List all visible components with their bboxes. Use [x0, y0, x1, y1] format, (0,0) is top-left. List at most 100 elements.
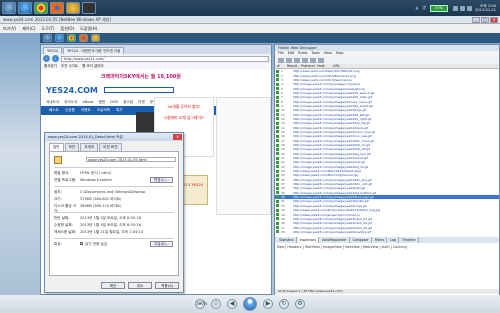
ad-banner[interactable]: 크레마터치SKY에서는 월 19,100원 [41, 71, 271, 82]
connect-icon[interactable]: ● [243, 297, 257, 311]
battery-icon[interactable]: 57% [430, 4, 449, 12]
back-icon[interactable]: ‹ [43, 55, 50, 62]
firefox-icon[interactable] [50, 2, 64, 14]
ime-indicator[interactable]: A [416, 6, 419, 11]
menu-tools[interactable]: 도구(T) [42, 26, 55, 32]
fiddler-menu-item[interactable]: Help [336, 51, 344, 56]
zoom-level[interactable]: 100% [196, 301, 207, 306]
site-search-input[interactable] [103, 87, 174, 93]
favorites-item[interactable]: 즐겨찾기 [44, 64, 57, 69]
dialog-tabs: 일반 보안 자세히 이전 버전 [45, 141, 183, 151]
session-row[interactable]: 38 http://image.yes24.com/sysimage/yes24/… [275, 230, 499, 234]
go-icon[interactable] [294, 57, 300, 63]
nav-item[interactable]: 외국도서 [64, 100, 77, 105]
apply-button[interactable]: 적용(A) [155, 282, 179, 289]
minimize-button[interactable]: _ [472, 17, 480, 23]
column-header[interactable]: Host [315, 64, 331, 68]
site-logo[interactable]: YES24.COM [46, 86, 98, 95]
remote-firefox-icon[interactable] [79, 34, 88, 42]
nav-item[interactable]: DVD [110, 100, 118, 104]
tab-general[interactable]: 일반 [49, 143, 64, 151]
advanced-button[interactable]: 고급(D)... [150, 241, 174, 247]
forward-icon[interactable]: › [52, 55, 59, 62]
fit-screen-icon[interactable]: ◇ [211, 299, 221, 309]
windows-start-icon[interactable] [2, 2, 16, 14]
network-icon[interactable] [453, 5, 459, 11]
side-ad[interactable] [216, 97, 271, 215]
remote-chrome-icon[interactable] [67, 34, 76, 42]
maximize-button[interactable]: □ [481, 17, 489, 23]
session-type-icon [276, 169, 279, 173]
tab-details[interactable]: 자세히 [80, 143, 99, 151]
detail-tab[interactable]: Log [388, 237, 399, 243]
replay-icon[interactable] [278, 57, 284, 63]
detail-tab[interactable]: Composer [351, 237, 372, 243]
favorites-item[interactable]: 웹 조각 갤러리 [82, 64, 104, 69]
menu-item[interactable]: 이벤트 [81, 108, 91, 113]
volume-icon[interactable] [460, 5, 466, 11]
detail-tab[interactable]: Timeline [400, 237, 419, 243]
change-program-button[interactable]: 변경(C)... [150, 177, 173, 183]
fiddler-menu-item[interactable]: Rules [298, 51, 307, 56]
close-button[interactable]: × [490, 17, 498, 23]
attributes-checkboxes: 읽기 전용 숨김 [80, 242, 107, 247]
menu-view[interactable]: 보기(V) [3, 26, 16, 32]
dialog-close-button[interactable]: × [173, 134, 182, 140]
fiddler-menu-item[interactable]: Tools [311, 51, 319, 56]
remote-folder-icon[interactable] [91, 34, 100, 42]
detail-tab[interactable]: Statistics [277, 237, 297, 243]
column-header[interactable]: # [275, 64, 285, 68]
refresh-icon[interactable]: ↻ [279, 299, 289, 309]
menu-item[interactable]: 특가 [116, 108, 123, 113]
detail-tab[interactable]: Inspectors [297, 237, 320, 243]
menu-item[interactable]: 오늘의책 [97, 108, 110, 113]
tab-security[interactable]: 보안 [64, 143, 80, 151]
column-header[interactable]: Protocol [299, 64, 315, 68]
session-type-icon [276, 134, 279, 138]
folder-icon[interactable] [66, 2, 80, 14]
fiddler-menu-item[interactable]: View [324, 51, 332, 56]
nav-item[interactable]: 음반 [99, 100, 106, 105]
menu-help[interactable]: 도움말(H) [80, 26, 97, 32]
fiddler-menu-item[interactable]: Edit [288, 51, 295, 56]
detail-tab[interactable]: AutoResponder [320, 237, 350, 243]
menu-item[interactable]: 신상품 [65, 108, 75, 113]
browser-tab[interactable]: YES24 [43, 47, 63, 54]
stream-icon[interactable] [302, 57, 308, 63]
prop-row: 액세스한 날짜: 2013년 1월 21일 월요일, 오후 1:04:14 [54, 230, 143, 235]
settings-icon[interactable]: ⚙ [295, 299, 305, 309]
session-list[interactable]: 1 http://www.ye24.com/Main/2013/Mini01.pn… [275, 69, 499, 237]
menu-control[interactable]: 제어(C) [22, 26, 35, 32]
menu-item[interactable]: 베스트 [49, 108, 59, 113]
nav-item[interactable]: 국내도서 [46, 100, 59, 105]
menu-options[interactable]: 옵션(O) [60, 26, 74, 32]
nav-item[interactable]: 중고샵 [123, 100, 133, 105]
remote-start-icon[interactable] [43, 34, 52, 42]
remote-viewer-icon[interactable] [82, 2, 96, 14]
cancel-button[interactable]: 취소 [128, 282, 152, 289]
ime-mode-indicator[interactable]: 영 [422, 5, 426, 11]
chrome-icon[interactable] [34, 2, 48, 14]
tab-previous-versions[interactable]: 이전 버전 [99, 143, 122, 151]
decode-icon[interactable] [310, 57, 316, 63]
column-header[interactable]: Result [285, 64, 299, 68]
fiddler-menu-item[interactable]: File [278, 51, 284, 56]
readonly-checkbox[interactable] [80, 242, 83, 245]
inspector-subtabs[interactable]: Raw | Headers | TextView | ImageView | H… [277, 245, 407, 249]
next-icon[interactable]: ▶ [263, 299, 273, 309]
ok-button[interactable]: 확인 [101, 282, 125, 289]
browser-tab[interactable]: YES24 - 대한민국 대표 인터넷 서점 [63, 47, 125, 54]
previous-icon[interactable]: ◀ [227, 299, 237, 309]
column-header[interactable]: URL [331, 64, 340, 68]
internet-explorer-icon[interactable] [18, 2, 32, 14]
flag-icon[interactable] [467, 5, 473, 11]
url-input[interactable]: http://www.yes24.com/ [61, 55, 269, 62]
remove-icon[interactable] [286, 57, 292, 63]
remote-ie-icon[interactable] [55, 34, 64, 42]
favorites-item[interactable]: 추천 사이트 [61, 64, 78, 69]
clock[interactable]: 오후 1:04 2013-01-21 [475, 4, 496, 13]
find-icon[interactable] [318, 57, 324, 63]
detail-tab[interactable]: Filters [373, 237, 388, 243]
filename-field[interactable]: www.yes24.com 2013.01.05.html [86, 157, 176, 162]
nav-item[interactable]: eBook [82, 100, 93, 104]
